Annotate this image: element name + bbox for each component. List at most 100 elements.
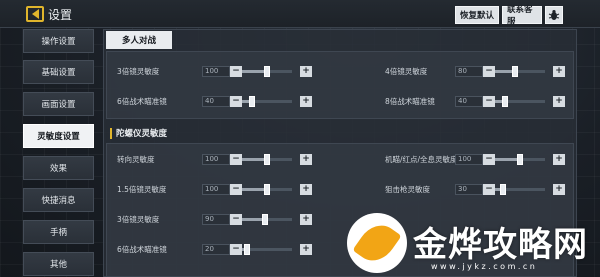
slider-track[interactable] xyxy=(242,95,292,107)
decrease-button[interactable]: − xyxy=(230,213,242,225)
decrease-button[interactable]: − xyxy=(483,65,495,77)
sensitivity-slider-control: 80− + xyxy=(455,65,565,77)
increase-button[interactable]: + xyxy=(300,95,312,107)
decrease-button[interactable]: − xyxy=(230,243,242,255)
sensitivity-slider-control: 100− + xyxy=(202,153,312,165)
nav-item-basic[interactable]: 基础设置 xyxy=(23,60,94,84)
setting-row: 6倍战术瞄准镜 xyxy=(117,242,167,256)
increase-button[interactable]: + xyxy=(553,95,565,107)
nav-item-graphics[interactable]: 画面设置 xyxy=(23,92,94,116)
increase-button[interactable]: + xyxy=(300,183,312,195)
slider-knob[interactable] xyxy=(502,95,508,107)
contact-service-button[interactable]: 联系客服 xyxy=(502,5,542,27)
decrease-button[interactable]: − xyxy=(230,183,242,195)
slider-knob[interactable] xyxy=(249,95,255,107)
increase-button[interactable]: + xyxy=(300,153,312,165)
setting-row: 4倍镜灵敏度 xyxy=(385,64,427,78)
bug-icon xyxy=(548,10,560,20)
setting-label: 3倍镜灵敏度 xyxy=(117,214,160,224)
increase-button[interactable]: + xyxy=(553,183,565,195)
sensitivity-value-field[interactable]: 40 xyxy=(202,95,230,107)
setting-row: 转向灵敏度 xyxy=(117,152,155,166)
slider-knob[interactable] xyxy=(264,153,270,165)
page-title: 设置 xyxy=(48,8,73,22)
slider-knob[interactable] xyxy=(261,213,268,225)
setting-label: 4倍镜灵敏度 xyxy=(385,66,428,76)
setting-row: 狙击枪灵敏度 xyxy=(385,182,430,196)
watermark-brand: 金烨攻略网 xyxy=(413,225,588,265)
sensitivity-slider-control: 20− + xyxy=(202,243,312,255)
slider-track[interactable] xyxy=(495,153,545,165)
setting-row: 3倍镜灵敏度 xyxy=(117,64,159,78)
sensitivity-value-field[interactable]: 30 xyxy=(455,183,483,195)
slider-track[interactable] xyxy=(495,95,545,107)
slider-knob[interactable] xyxy=(244,243,250,255)
sensitivity-value-field[interactable]: 90 xyxy=(202,213,230,225)
slider-knob[interactable] xyxy=(517,153,523,165)
increase-button[interactable]: + xyxy=(300,243,312,255)
tab-multiplayer[interactable]: 多人对战 xyxy=(106,31,172,49)
increase-button[interactable]: + xyxy=(300,65,312,77)
decrease-button[interactable]: − xyxy=(483,153,495,165)
setting-label: 狙击枪灵敏度 xyxy=(385,184,430,194)
slider-knob[interactable] xyxy=(512,65,518,77)
setting-label: 转向灵敏度 xyxy=(117,154,155,164)
nav-item-gamepad[interactable]: 手柄 xyxy=(23,220,94,244)
setting-row: 机瞄/红点/全息灵敏度 xyxy=(385,152,458,166)
scope-sensitivity-section xyxy=(106,51,574,119)
sensitivity-value-field[interactable]: 100 xyxy=(202,183,230,195)
sensitivity-slider-control: 90− + xyxy=(202,213,312,225)
slider-track[interactable] xyxy=(242,153,292,165)
nav-item-controls[interactable]: 操作设置 xyxy=(23,29,94,53)
decrease-button[interactable]: − xyxy=(483,183,495,195)
nav-item-other[interactable]: 其他 xyxy=(23,252,94,276)
slider-track[interactable] xyxy=(242,243,292,255)
sensitivity-slider-control: 100− + xyxy=(202,65,312,77)
setting-label: 机瞄/红点/全息灵敏度 xyxy=(385,154,458,164)
sensitivity-slider-control: 100− + xyxy=(202,183,312,195)
sensitivity-value-field[interactable]: 100 xyxy=(455,153,483,165)
setting-row: 3倍镜灵敏度 xyxy=(117,212,159,226)
nav-item-effects[interactable]: 效果 xyxy=(23,156,94,180)
nav-item-sensitivity[interactable]: 灵敏度设置 xyxy=(23,124,94,148)
top-bar: 设置 恢复默认 联系客服 xyxy=(0,0,600,28)
decrease-button[interactable]: − xyxy=(483,95,495,107)
slider-track[interactable] xyxy=(495,183,545,195)
back-button[interactable] xyxy=(26,6,44,22)
setting-label: 1.5倍镜灵敏度 xyxy=(117,184,167,194)
setting-row: 8倍战术瞄准镜 xyxy=(385,94,435,108)
slider-track[interactable] xyxy=(242,183,292,195)
slider-knob[interactable] xyxy=(264,183,270,195)
sensitivity-slider-control: 40− + xyxy=(202,95,312,107)
increase-button[interactable]: + xyxy=(553,153,565,165)
sensitivity-value-field[interactable]: 100 xyxy=(202,153,230,165)
gyro-section-title: 陀螺仪灵敏度 xyxy=(110,124,200,142)
slider-track[interactable] xyxy=(242,65,292,77)
sensitivity-slider-control: 30− + xyxy=(455,183,565,195)
sensitivity-slider-control: 40− + xyxy=(455,95,565,107)
decrease-button[interactable]: − xyxy=(230,95,242,107)
setting-label: 8倍战术瞄准镜 xyxy=(385,96,435,106)
sensitivity-value-field[interactable]: 40 xyxy=(455,95,483,107)
setting-label: 6倍战术瞄准镜 xyxy=(117,96,167,106)
slider-track[interactable] xyxy=(495,65,545,77)
watermark-url: www.jykz.com.cn xyxy=(431,262,538,271)
setting-row: 1.5倍镜灵敏度 xyxy=(117,182,166,196)
slider-knob[interactable] xyxy=(499,183,506,195)
slider-knob[interactable] xyxy=(264,65,270,77)
setting-row: 6倍战术瞄准镜 xyxy=(117,94,167,108)
slider-track[interactable] xyxy=(242,213,292,225)
setting-label: 3倍镜灵敏度 xyxy=(117,66,160,76)
sensitivity-value-field[interactable]: 100 xyxy=(202,65,230,77)
decrease-button[interactable]: − xyxy=(230,65,242,77)
sensitivity-value-field[interactable]: 20 xyxy=(202,243,230,255)
bug-report-button[interactable] xyxy=(545,6,563,24)
sensitivity-slider-control: 100− + xyxy=(455,153,565,165)
restore-default-button[interactable]: 恢复默认 xyxy=(455,6,499,24)
nav-item-quick-messages[interactable]: 快捷消息 xyxy=(23,188,94,212)
increase-button[interactable]: + xyxy=(300,213,312,225)
sensitivity-value-field[interactable]: 80 xyxy=(455,65,483,77)
increase-button[interactable]: + xyxy=(553,65,565,77)
back-arrow-icon xyxy=(31,9,39,19)
decrease-button[interactable]: − xyxy=(230,153,242,165)
